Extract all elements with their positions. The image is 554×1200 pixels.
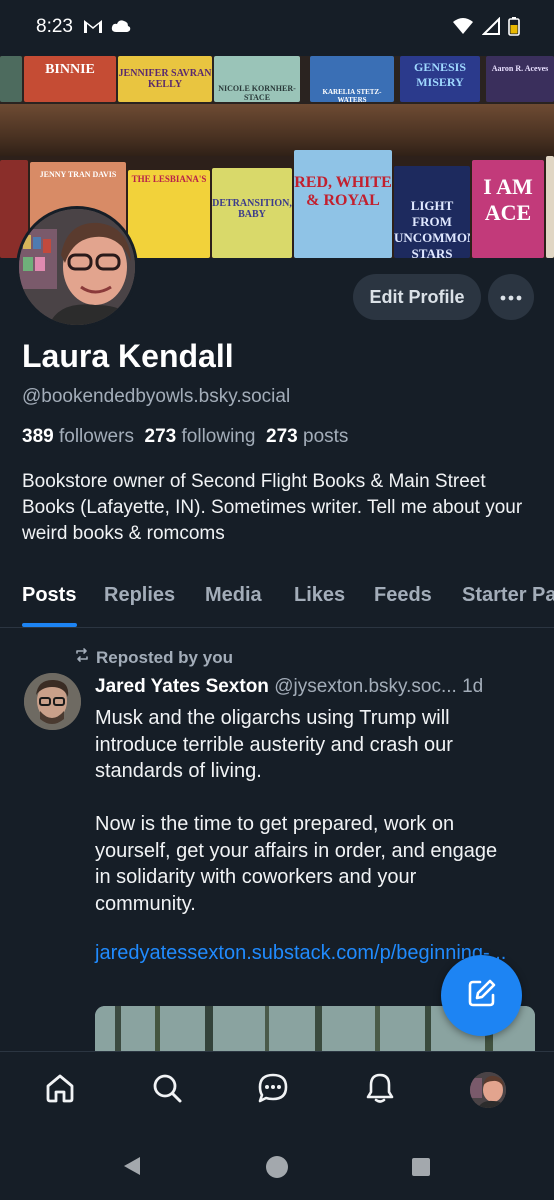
posts-count: 273 posts	[266, 426, 349, 447]
chat-icon	[257, 1072, 289, 1109]
followers-link[interactable]: 389 followers	[22, 426, 134, 447]
post-header: Jared Yates Sexton @jysexton.bsky.soc...…	[95, 676, 535, 698]
tab-replies[interactable]: Replies	[104, 584, 175, 607]
edit-profile-button[interactable]: Edit Profile	[353, 274, 481, 320]
tab-starter-packs[interactable]: Starter Pa	[462, 584, 554, 607]
gmail-icon	[82, 16, 104, 41]
nav-search[interactable]	[147, 1070, 187, 1110]
compose-post-button[interactable]	[441, 955, 522, 1036]
repost-indicator: Reposted by you	[74, 647, 233, 668]
home-button-icon[interactable]	[265, 1155, 289, 1184]
repost-icon	[74, 647, 90, 668]
banner-book: I AM ACE	[472, 160, 544, 258]
display-name: Laura Kendall	[22, 338, 234, 374]
more-icon	[500, 288, 522, 306]
banner-book: NICOLE KORNHER-STACE	[214, 56, 300, 102]
profile-avatar[interactable]	[16, 206, 138, 328]
system-navigation	[0, 1129, 554, 1200]
tab-likes[interactable]: Likes	[294, 584, 345, 607]
tab-feeds[interactable]: Feeds	[374, 584, 432, 607]
nav-profile-avatar	[470, 1072, 506, 1108]
nav-chat[interactable]	[253, 1070, 293, 1110]
banner-book: KARELIA STETZ-WATERS	[310, 56, 394, 102]
nav-profile[interactable]	[468, 1070, 508, 1110]
active-tab-indicator	[22, 623, 77, 627]
banner-book: Aaron R. Aceves	[486, 56, 554, 102]
nav-notifications[interactable]	[360, 1070, 400, 1110]
banner-book: RED, WHITE & ROYAL	[294, 150, 392, 258]
profile-bio: Bookstore owner of Second Flight Books &…	[22, 471, 523, 544]
following-link[interactable]: 273 following	[145, 426, 256, 447]
status-time: 8:23	[36, 16, 73, 37]
banner-book: GENESIS MISERY	[400, 56, 480, 102]
post-author-handle[interactable]: @jysexton.bsky.soc...	[274, 676, 457, 697]
banner-book: THE LESBIANA'S	[128, 170, 210, 258]
profile-tabs: Posts Replies Media Likes Feeds Starter …	[0, 568, 554, 628]
compose-icon	[466, 977, 498, 1014]
bottom-navigation	[0, 1051, 554, 1129]
profile-stats: 389 followers 273 following 273 posts	[22, 426, 348, 448]
banner-book	[546, 156, 554, 258]
banner-book	[0, 56, 22, 102]
status-bar: 8:23	[0, 0, 554, 56]
banner-book: DETRANSITION, BABY	[212, 168, 292, 258]
back-icon[interactable]	[120, 1154, 144, 1183]
tab-media[interactable]: Media	[205, 584, 262, 607]
post-timestamp: 1d	[462, 676, 484, 697]
nav-home[interactable]	[40, 1070, 80, 1110]
repost-label: Reposted by you	[96, 647, 233, 667]
tab-posts[interactable]: Posts	[22, 584, 76, 607]
author-avatar[interactable]	[24, 673, 81, 730]
home-icon	[44, 1072, 76, 1109]
cloud-icon	[110, 16, 132, 41]
bell-icon	[364, 1072, 396, 1109]
banner-book: JENNIFER SAVRAN KELLY	[118, 56, 212, 102]
banner-book: LIGHT FROM UNCOMMON STARS	[394, 166, 470, 258]
post-author-name[interactable]: Jared Yates Sexton	[95, 676, 269, 697]
recents-icon[interactable]	[411, 1157, 431, 1182]
profile-handle: @bookendedbyowls.bsky.social	[22, 386, 291, 407]
post-link[interactable]: jaredyatessexton.substack.com/p/beginnin…	[95, 940, 506, 966]
wifi-icon	[452, 17, 474, 40]
banner-book: BINNIE	[24, 56, 116, 102]
search-icon	[151, 1072, 183, 1109]
battery-icon	[508, 16, 520, 41]
signal-icon	[481, 16, 500, 40]
post-text: Musk and the oligarchs using Trump will …	[95, 707, 498, 915]
more-options-button[interactable]	[488, 274, 534, 320]
